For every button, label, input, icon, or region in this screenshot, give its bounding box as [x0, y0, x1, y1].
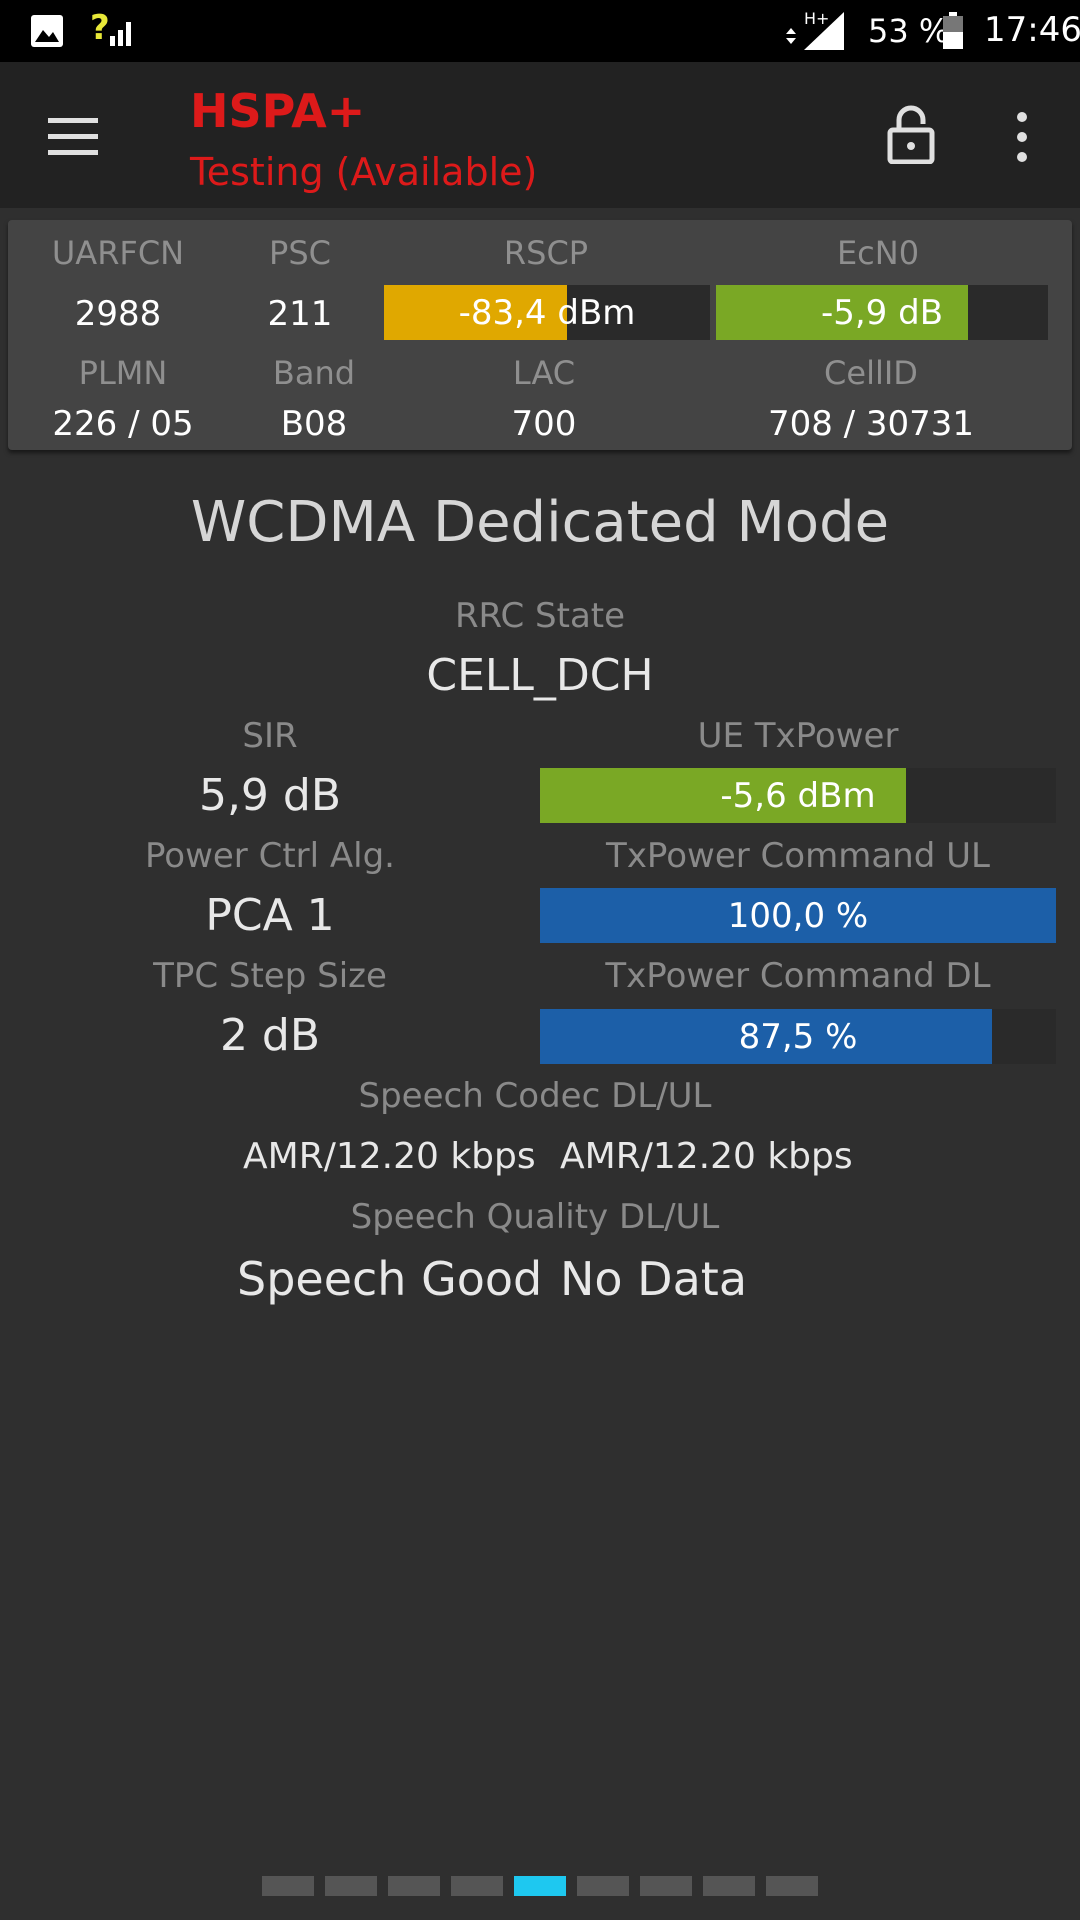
txpower-cmd-ul-bar: 100,0 % [540, 888, 1056, 943]
menu-icon[interactable] [48, 118, 98, 156]
rrc-state-label: RRC State [454, 596, 626, 636]
cellid-value: 708 / 30731 [767, 404, 975, 444]
txpower-cmd-dl-label: TxPower Command DL [605, 956, 991, 996]
mobile-network-icon: H+ [786, 9, 844, 50]
speech-codec-label: Speech Codec DL/UL [358, 1076, 712, 1116]
psc-value: 211 [267, 294, 333, 334]
speech-codec-ul: AMR/12.20 kbps [560, 1136, 853, 1177]
plmn-value: 226 / 05 [52, 404, 194, 444]
unlock-icon[interactable] [886, 104, 936, 164]
speech-quality-ul: No Data [560, 1252, 748, 1306]
rscp-bar: -83,4 dBm [384, 285, 710, 340]
signal-bars-icon [110, 22, 131, 46]
rscp-value: -83,4 dBm [458, 292, 636, 333]
txpower-cmd-ul-label: TxPower Command UL [606, 836, 990, 876]
txpower-cmd-dl-bar: 87,5 % [540, 1009, 1056, 1064]
uarfcn-label: UARFCN [51, 234, 185, 272]
page-dot-7[interactable] [640, 1876, 692, 1896]
band-value: B08 [280, 404, 348, 444]
page-dot-6[interactable] [577, 1876, 629, 1896]
speech-codec-dl: AMR/12.20 kbps [243, 1136, 536, 1177]
technology-title: HSPA+ [190, 84, 366, 138]
page-dot-4[interactable] [451, 1876, 503, 1896]
more-options-icon[interactable] [1012, 112, 1032, 162]
connection-status: Testing (Available) [190, 150, 538, 194]
speech-quality-label: Speech Quality DL/UL [350, 1197, 720, 1237]
page-dot-5[interactable] [514, 1876, 566, 1896]
ecn0-value: -5,9 dB [820, 292, 944, 333]
page-dot-1[interactable] [262, 1876, 314, 1896]
battery-percent: 53 % [868, 12, 950, 50]
ecn0-bar: -5,9 dB [716, 285, 1048, 340]
svg-text:H+: H+ [804, 9, 829, 28]
psc-label: PSC [269, 234, 331, 272]
rrc-state-value: CELL_DCH [426, 650, 654, 701]
tpc-step-size-value: 2 dB [219, 1010, 321, 1061]
plmn-label: PLMN [78, 354, 168, 392]
uarfcn-value: 2988 [74, 294, 162, 334]
lac-value: 700 [511, 404, 577, 444]
page-dot-2[interactable] [325, 1876, 377, 1896]
txpower-cmd-ul-value: 100,0 % [727, 895, 869, 936]
page-dot-3[interactable] [388, 1876, 440, 1896]
no-sim-icon: ? [90, 8, 110, 48]
tpc-step-size-label: TPC Step Size [153, 956, 387, 996]
sir-value: 5,9 dB [198, 770, 342, 821]
band-label: Band [272, 354, 356, 392]
power-ctrl-alg-label: Power Ctrl Alg. [144, 836, 395, 876]
rscp-label: RSCP [503, 234, 589, 272]
ecn0-label: EcN0 [836, 234, 920, 272]
cellid-label: CellID [824, 354, 918, 392]
battery-icon [943, 12, 963, 49]
power-ctrl-alg-value: PCA 1 [205, 890, 335, 941]
page-dot-9[interactable] [766, 1876, 818, 1896]
ue-txpower-bar: -5,6 dBm [540, 768, 1056, 823]
page-dot-8[interactable] [703, 1876, 755, 1896]
sir-label: SIR [242, 716, 298, 756]
clock: 17:46 [984, 10, 1080, 50]
ue-txpower-value: -5,6 dBm [720, 775, 876, 816]
image-notification-icon [31, 15, 63, 47]
speech-quality-dl: Speech Good [237, 1252, 543, 1306]
txpower-cmd-dl-value: 87,5 % [738, 1016, 858, 1057]
mode-title: WCDMA Dedicated Mode [190, 490, 890, 555]
lac-label: LAC [512, 354, 576, 392]
ue-txpower-label: UE TxPower [697, 716, 899, 756]
